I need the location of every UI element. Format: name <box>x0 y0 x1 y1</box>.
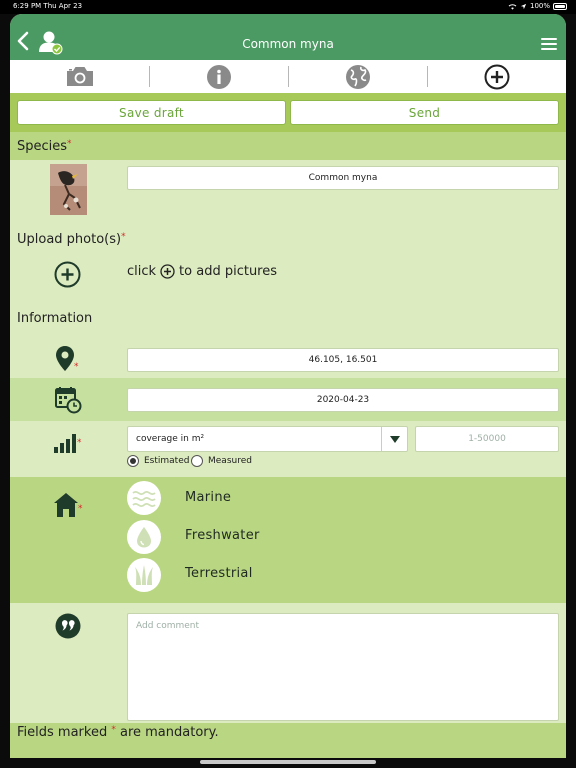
abundance-number-field[interactable]: 1-50000 <box>415 426 559 452</box>
habitat-option-marine[interactable] <box>127 481 161 515</box>
grass-icon <box>135 565 153 585</box>
add-photo-icon[interactable] <box>54 261 81 288</box>
water-drop-icon <box>137 527 151 548</box>
information-label: Information <box>17 311 93 326</box>
date-row: 2020-04-23 <box>10 378 566 421</box>
estimated-radio-dot[interactable] <box>127 455 139 467</box>
comment-field[interactable]: Add comment <box>127 613 559 721</box>
home-indicator[interactable] <box>200 760 376 764</box>
tab-location[interactable] <box>288 60 427 93</box>
svg-text:*: * <box>78 504 83 514</box>
save-draft-button[interactable]: Save draft <box>17 100 286 125</box>
action-bar: Save draft Send <box>10 93 566 132</box>
measured-radio-dot[interactable] <box>191 455 203 467</box>
waves-icon <box>132 490 156 508</box>
svg-text:*: * <box>74 362 79 372</box>
status-time: 6:29 PM Thu Apr 23 <box>13 2 83 10</box>
species-section-header: Species* <box>10 132 566 160</box>
measured-radio[interactable]: Measured <box>191 455 252 467</box>
mandatory-note-after: are mandatory. <box>119 725 219 740</box>
species-label: Species* <box>17 139 72 154</box>
date-field[interactable]: 2020-04-23 <box>127 388 559 412</box>
estimated-label: Estimated <box>144 456 190 466</box>
tab-bar <box>10 60 566 93</box>
comment-section: Add comment <box>10 603 566 723</box>
habitat-marine-label: Marine <box>185 490 232 505</box>
page-title: Common myna <box>242 37 334 51</box>
battery-percent: 100% <box>529 2 550 10</box>
tab-info[interactable] <box>149 60 288 93</box>
tab-camera[interactable] <box>10 60 149 93</box>
coverage-select-value: coverage in m² <box>136 434 205 444</box>
calendar-clock-icon <box>55 387 82 414</box>
habitat-section: * Marine Freshwater Terrestrial <box>10 477 566 603</box>
mandatory-note-before: Fields marked <box>17 725 108 740</box>
info-icon <box>206 64 231 89</box>
habitat-freshwater-label: Freshwater <box>185 528 260 543</box>
species-thumbnail[interactable] <box>50 164 87 215</box>
dropdown-arrow-icon[interactable] <box>381 427 407 451</box>
hamburger-menu-icon[interactable] <box>541 38 557 50</box>
globe-icon <box>345 64 370 89</box>
location-arrow-icon <box>520 3 527 9</box>
app-window: Common myna Save draft Send Species* Com… <box>10 14 566 758</box>
coverage-select[interactable]: coverage in m² <box>127 426 408 452</box>
upload-hint-suffix: to add pictures <box>179 264 278 279</box>
abundance-row: * coverage in m² 1-50000 Estimated Measu… <box>10 421 566 477</box>
species-field[interactable]: Common myna <box>127 166 559 190</box>
bird-photo-icon <box>50 164 87 215</box>
upload-hint-prefix: click <box>127 264 157 279</box>
habitat-terrestrial-label: Terrestrial <box>185 566 253 581</box>
camera-icon <box>66 67 93 86</box>
status-bar: 6:29 PM Thu Apr 23 100% <box>0 0 576 14</box>
add-circle-icon <box>484 64 509 89</box>
upload-hint: click to add pictures <box>127 264 277 279</box>
wifi-icon <box>508 3 517 10</box>
signal-bars-icon: * <box>54 434 82 453</box>
estimated-radio[interactable]: Estimated <box>127 455 189 467</box>
mandatory-note-star: * <box>111 725 116 735</box>
battery-icon <box>553 2 567 10</box>
tab-add[interactable] <box>427 60 566 93</box>
status-right: 100% <box>508 2 567 10</box>
quote-bubble-icon <box>55 613 81 639</box>
species-row: Common myna <box>10 160 566 222</box>
footer-note: Fields marked * are mandatory. <box>10 723 566 758</box>
header: Common myna <box>10 14 566 60</box>
location-pin-icon: * <box>56 346 79 372</box>
location-field[interactable]: 46.105, 16.501 <box>127 348 559 372</box>
upload-label: Upload photo(s)* <box>17 232 126 247</box>
send-button[interactable]: Send <box>290 100 559 125</box>
habitat-option-terrestrial[interactable] <box>127 558 161 592</box>
home-icon: * <box>54 493 83 517</box>
location-row: * 46.105, 16.501 <box>10 338 566 378</box>
upload-section: Upload photo(s)* click to add pictures <box>10 222 566 308</box>
information-section-header: Information <box>10 308 566 338</box>
svg-text:*: * <box>77 438 82 448</box>
measured-label: Measured <box>208 456 252 466</box>
add-small-icon <box>160 264 175 279</box>
mandatory-note: Fields marked * are mandatory. <box>17 725 219 740</box>
habitat-option-freshwater[interactable] <box>127 520 161 554</box>
